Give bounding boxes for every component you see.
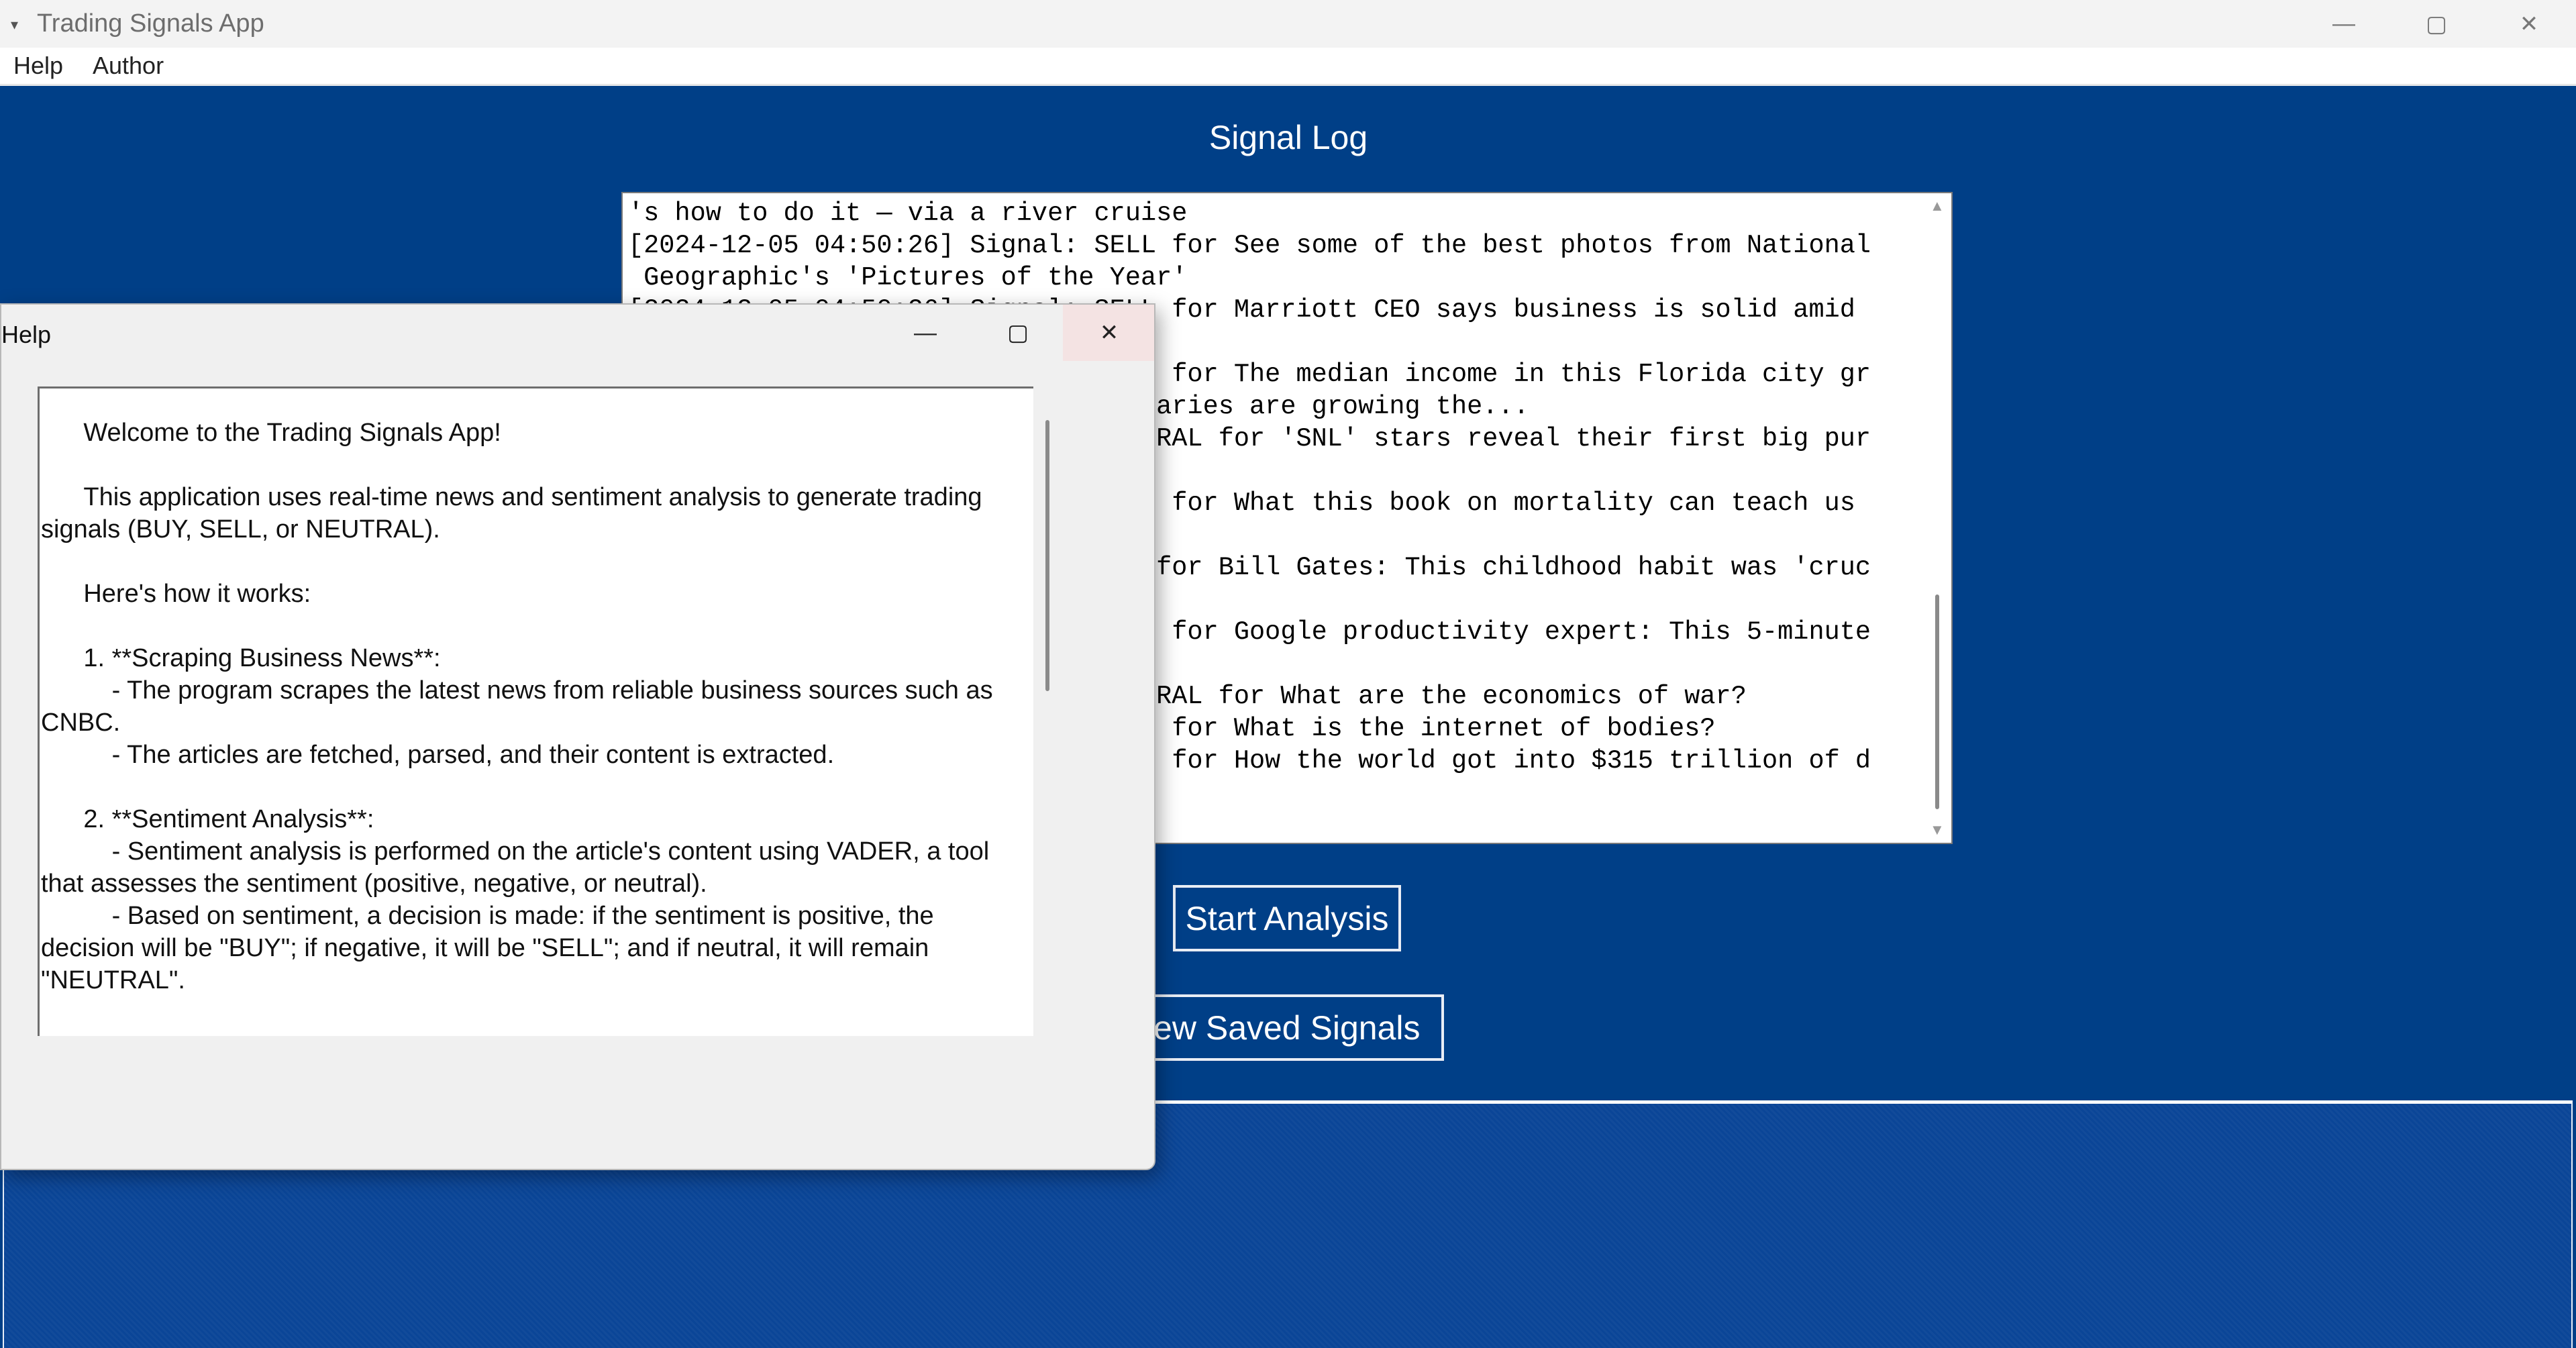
menubar: Help Author xyxy=(0,48,2576,85)
help-dialog-title: Help xyxy=(1,321,52,348)
signal-log-heading: Signal Log xyxy=(1208,119,1368,156)
log-line: 's how to do it — via a river cruise xyxy=(628,199,1188,228)
help-textbox[interactable]: Welcome to the Trading Signals App! This… xyxy=(38,386,1033,1036)
log-line: [2024-12-05 04:50:26] Signal: SELL for S… xyxy=(628,231,1871,260)
signal-log-scrollbar[interactable]: ▲ ▼ xyxy=(1924,195,1950,841)
scroll-up-icon[interactable]: ▲ xyxy=(1930,197,1945,215)
scroll-thumb[interactable] xyxy=(1935,594,1939,809)
close-button[interactable]: ✕ xyxy=(2483,0,2575,48)
help-close-button[interactable]: ✕ xyxy=(1063,305,1154,361)
close-icon: ✕ xyxy=(2519,11,2539,37)
minimize-icon: — xyxy=(914,319,937,346)
start-analysis-button[interactable]: Start Analysis xyxy=(1173,885,1401,951)
menu-author[interactable]: Author xyxy=(93,52,164,80)
menu-help[interactable]: Help xyxy=(13,52,63,80)
help-minimize-button[interactable]: — xyxy=(879,305,972,361)
maximize-icon: ▢ xyxy=(2425,11,2448,37)
maximize-icon: ▢ xyxy=(1007,320,1029,346)
scroll-down-icon[interactable]: ▼ xyxy=(1930,821,1945,839)
help-scroll-thumb[interactable] xyxy=(1045,420,1049,691)
maximize-button[interactable]: ▢ xyxy=(2390,0,2483,48)
window-menu-icon[interactable]: ▾ xyxy=(11,16,18,34)
help-titlebar[interactable]: Help — ▢ ✕ xyxy=(1,305,1154,365)
minimize-icon: — xyxy=(2332,11,2355,36)
window-title: Trading Signals App xyxy=(37,9,264,38)
help-text: Welcome to the Trading Signals App! This… xyxy=(41,419,993,994)
help-maximize-button[interactable]: ▢ xyxy=(972,305,1064,361)
window-titlebar[interactable]: ▾ Trading Signals App — ▢ ✕ xyxy=(0,0,2576,48)
close-icon: ✕ xyxy=(1099,320,1119,346)
log-line: Geographic's 'Pictures of the Year' xyxy=(628,263,1188,293)
minimize-button[interactable]: — xyxy=(2298,0,2390,48)
help-dialog[interactable]: Help — ▢ ✕ Welcome to the Trading Signal… xyxy=(0,303,1155,1170)
